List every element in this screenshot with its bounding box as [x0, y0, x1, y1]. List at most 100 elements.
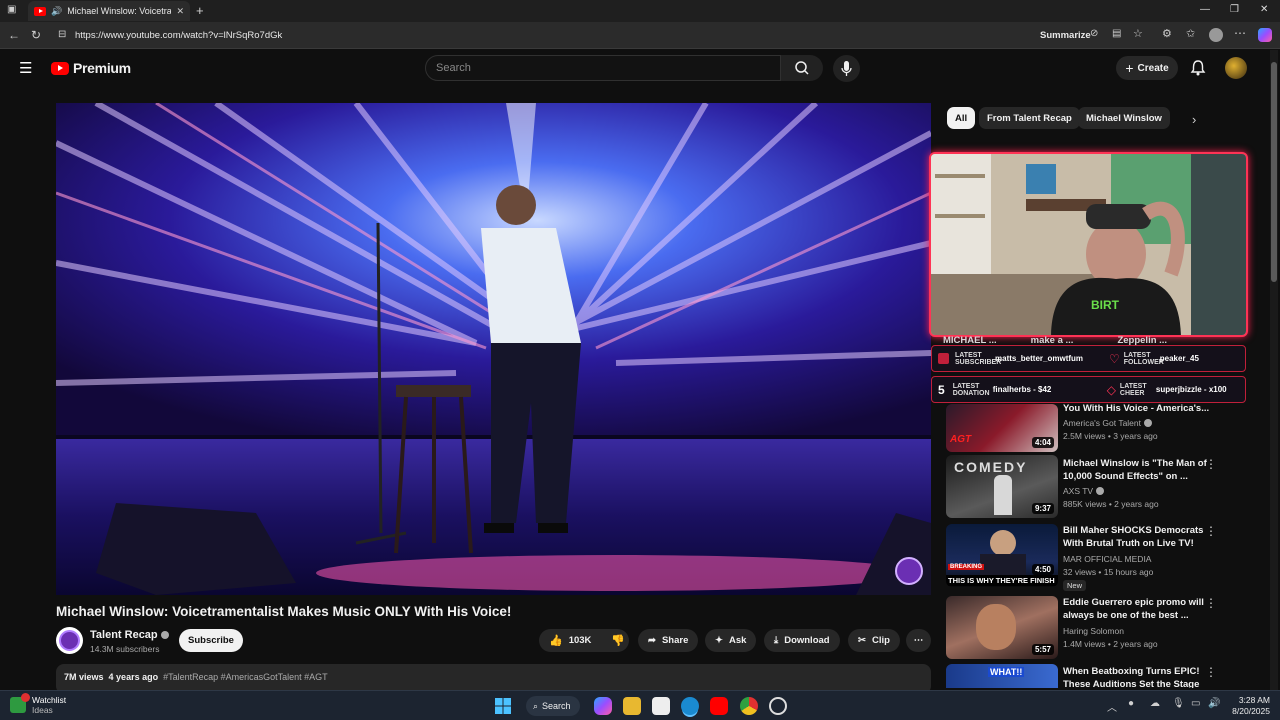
notification-badge	[21, 693, 30, 702]
clip-button[interactable]: ✂ Clip	[848, 629, 900, 652]
share-label: Share	[661, 635, 689, 646]
url-field[interactable]: ⊟ https://www.youtube.com/watch?v=lNrSqR…	[51, 25, 1031, 45]
like-button[interactable]: 👍 103K	[549, 634, 591, 647]
channel-avatar[interactable]	[56, 627, 83, 654]
ask-button[interactable]: ✦ Ask	[705, 629, 757, 652]
copilot-summary-icon[interactable]: ⊘	[1090, 28, 1098, 39]
person-face	[990, 530, 1016, 556]
chip-from-talent-recap[interactable]: From Talent Recap	[979, 107, 1080, 129]
favorites-icon[interactable]: ✩	[1186, 27, 1195, 40]
share-button[interactable]: ➦ Share	[638, 629, 699, 652]
video-thumbnail[interactable]: 5:57	[946, 596, 1058, 659]
chevron-right-icon[interactable]: ›	[1192, 112, 1196, 127]
volume-icon[interactable]: 🔊	[1208, 698, 1220, 709]
more-actions-button[interactable]: ⋯	[906, 629, 931, 652]
favorite-star-icon[interactable]: ☆	[1133, 27, 1143, 40]
speaker-icon[interactable]: 🔊	[51, 6, 62, 17]
list-item[interactable]: BREAKING THIS IS WHY THEY'RE FINISH 4:50…	[946, 524, 1246, 591]
network-icon[interactable]: ☁	[1150, 698, 1160, 709]
summarize-button[interactable]: Summarize	[1040, 30, 1091, 41]
widgets-button[interactable]: Watchlist Ideas	[10, 693, 67, 715]
list-item[interactable]: WHAT!! When Beatboxing Turns EPIC! These…	[946, 664, 1246, 688]
clock[interactable]: 3:28 AM 8/20/2025	[1222, 695, 1270, 717]
more-vert-icon[interactable]: ⋮	[1205, 524, 1217, 538]
bar-number: 5	[938, 382, 945, 397]
widget-subtitle: Ideas	[32, 705, 53, 715]
widget-title: Watchlist	[32, 695, 67, 705]
tab-actions-icon[interactable]: ▣	[7, 4, 16, 15]
channel-name: AXS TV	[1063, 486, 1105, 496]
chip-michael-winslow[interactable]: Michael Winslow	[1078, 107, 1170, 129]
latest-donation-value: finalherbs - $42	[992, 385, 1052, 394]
menu-icon[interactable]: ☰	[19, 59, 32, 77]
close-window-icon[interactable]: ✕	[1260, 4, 1268, 15]
minimize-icon[interactable]: —	[1200, 4, 1210, 15]
extensions-icon[interactable]: ⚙	[1162, 27, 1172, 40]
search-button[interactable]	[781, 55, 823, 81]
list-item[interactable]: COMEDY 9:37 Michael Winslow is "The Man …	[946, 455, 1246, 521]
close-tab-icon[interactable]: ✕	[176, 6, 184, 17]
chrome-icon[interactable]	[740, 697, 758, 715]
file-explorer-icon[interactable]	[623, 697, 641, 715]
thumbs-up-icon: 👍	[549, 635, 563, 647]
like-count: 103K	[568, 635, 592, 646]
tray-icon[interactable]: ●	[1128, 698, 1134, 709]
account-avatar[interactable]	[1225, 57, 1247, 79]
maximize-icon[interactable]: ❐	[1230, 4, 1239, 15]
video-thumbnail[interactable]: BREAKING THIS IS WHY THEY'RE FINISH 4:50	[946, 524, 1058, 587]
video-player[interactable]	[56, 103, 931, 595]
create-button[interactable]: + Create	[1116, 56, 1178, 80]
notifications-bell-icon[interactable]	[1189, 59, 1207, 77]
display-icon[interactable]: ▭	[1191, 698, 1200, 709]
reader-icon[interactable]: ▤	[1112, 28, 1121, 39]
video-thumbnail[interactable]: WHAT!!	[946, 664, 1058, 688]
channel-name[interactable]: Talent Recap	[90, 629, 169, 641]
more-vert-icon[interactable]: ⋮	[1205, 665, 1217, 679]
latest-subscriber-value: matts_better_omwtfum	[995, 354, 1084, 363]
agt-logo: AGT	[950, 434, 972, 445]
microphone-icon[interactable]: 🎙	[1172, 698, 1185, 709]
refresh-icon[interactable]: ↻	[31, 28, 41, 42]
scrollbar-thumb[interactable]	[1271, 62, 1277, 282]
list-item[interactable]: AGT 4:04 You With His Voice - America's.…	[946, 402, 1246, 462]
youtube-header: ☰ Premium Search + Create	[0, 50, 1280, 88]
browser-tab[interactable]: 🔊 Michael Winslow: Voicetram ✕	[28, 1, 190, 21]
copilot-app-icon[interactable]	[594, 697, 612, 715]
copilot-icon[interactable]	[1258, 28, 1272, 42]
subscribe-button[interactable]: Subscribe	[179, 629, 243, 652]
youtube-app-icon[interactable]	[710, 697, 728, 715]
store-icon[interactable]	[652, 697, 670, 715]
search-input[interactable]: Search	[425, 55, 781, 81]
new-tab-icon[interactable]: +	[196, 3, 204, 18]
chevron-up-icon[interactable]: ︿	[1107, 699, 1117, 714]
stream-overlay: BIRT MICHAEL ... make a ... Zeppelin ...…	[929, 152, 1248, 407]
more-vert-icon[interactable]: ⋮	[1205, 596, 1217, 610]
start-button[interactable]	[494, 697, 512, 715]
more-options-icon[interactable]: ⋯	[1234, 26, 1246, 40]
back-icon[interactable]: ←	[8, 28, 20, 42]
verified-icon	[1144, 419, 1152, 427]
performer-figure	[994, 475, 1012, 515]
download-button[interactable]: ⤓ Download	[764, 629, 840, 652]
profile-avatar[interactable]	[1209, 28, 1223, 42]
microphone-icon	[841, 61, 852, 76]
scissors-icon: ✂	[858, 635, 866, 646]
thumbs-down-icon[interactable]: 👎	[611, 634, 625, 647]
thumbnail-caption: WHAT!!	[988, 667, 1025, 677]
youtube-logo[interactable]: Premium	[51, 60, 131, 76]
hashtags[interactable]: #TalentRecap #AmericasGotTalent #AGT	[163, 672, 328, 682]
video-meta: 885K views • 2 years ago	[1063, 499, 1159, 509]
edge-browser-icon[interactable]	[681, 697, 699, 715]
more-vert-icon[interactable]: ⋮	[1205, 457, 1217, 471]
taskbar-search[interactable]: ⌕ Search	[526, 696, 580, 716]
list-item[interactable]: 5:57 Eddie Guerrero epic promo will alwa…	[946, 596, 1246, 662]
video-thumbnail[interactable]: COMEDY 9:37	[946, 455, 1058, 518]
video-thumbnail[interactable]: AGT 4:04	[946, 404, 1058, 452]
webcam-image: BIRT	[931, 154, 1246, 335]
voice-search-button[interactable]	[833, 55, 860, 82]
site-info-icon[interactable]: ⊟	[58, 29, 66, 40]
chip-all[interactable]: All	[947, 107, 976, 129]
app-icon[interactable]	[769, 697, 787, 715]
windows-logo-icon	[495, 698, 511, 714]
latest-donation-cheer-bar: 5 LATEST DONATION finalherbs - $42 ◇ LAT…	[931, 376, 1246, 403]
